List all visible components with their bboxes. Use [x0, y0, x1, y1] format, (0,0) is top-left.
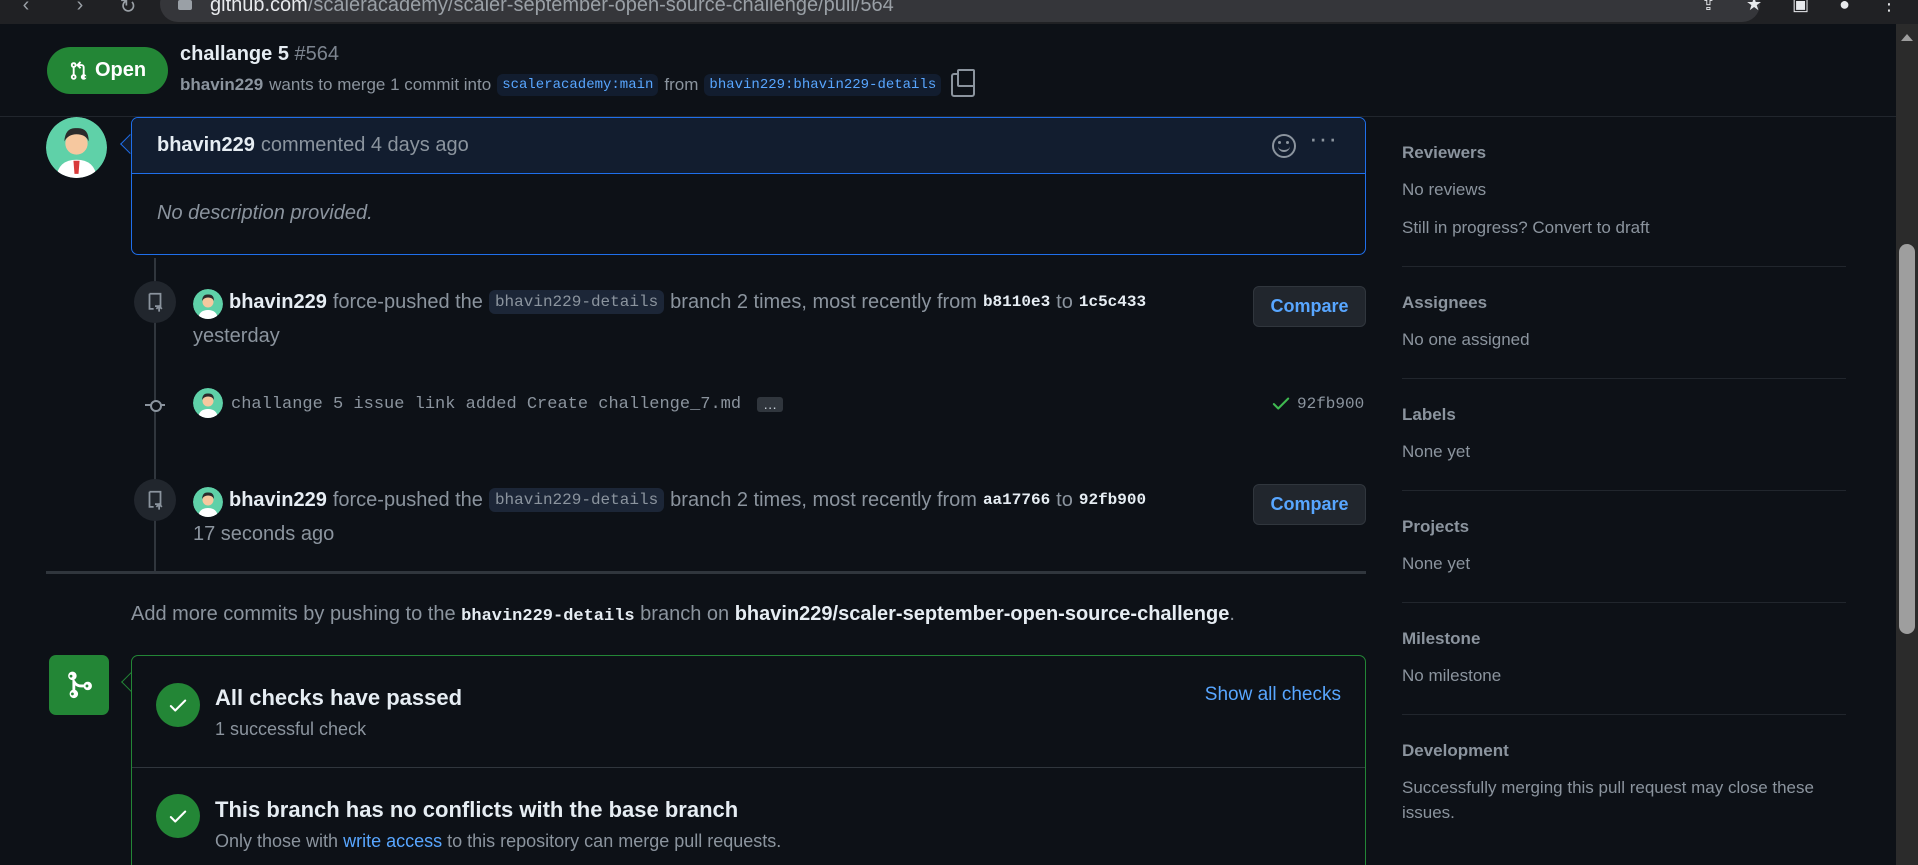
conflicts-subtitle: Only those with write access to this rep… — [215, 831, 782, 851]
sidebar-projects-value: None yet — [1402, 554, 1471, 573]
avatar[interactable] — [46, 117, 107, 178]
to-commit-link[interactable]: 1c5c433 — [1079, 293, 1146, 311]
conflicts-title: This branch has no conflicts with the ba… — [215, 797, 739, 822]
share-icon[interactable]: ⇪ — [1701, 0, 1716, 18]
pr-title: challange 5 #564 — [180, 43, 340, 65]
back-icon[interactable]: ‹ — [14, 0, 38, 18]
pull-request-icon — [70, 60, 87, 80]
sidebar-labels: Labels None yet — [1402, 379, 1846, 491]
show-all-checks-link[interactable]: Show all checks — [1205, 684, 1341, 706]
check-icon[interactable] — [1270, 392, 1292, 414]
convert-to-draft-link[interactable]: Still in progress? Convert to draft — [1402, 215, 1846, 240]
compare-button[interactable]: Compare — [1253, 484, 1366, 525]
expand-commit-button[interactable]: … — [757, 397, 784, 412]
sidebar-milestone: Milestone No milestone — [1402, 603, 1846, 715]
checks-passed-icon — [156, 683, 200, 727]
sidebar-reviewers-value: No reviews — [1402, 180, 1487, 199]
more-options-icon[interactable]: ··· — [1309, 125, 1338, 151]
comment-header: bhavin229 commented 4 days ago — [132, 118, 1365, 174]
sidebar-assignees-title[interactable]: Assignees — [1402, 293, 1846, 313]
reload-icon[interactable]: ↻ — [116, 0, 140, 18]
copy-icon[interactable] — [951, 69, 976, 97]
profile-icon[interactable]: ● — [1839, 0, 1850, 18]
pr-description-comment: bhavin229 commented 4 days ago ··· No de… — [131, 117, 1366, 255]
sidebar-milestone-title[interactable]: Milestone — [1402, 629, 1846, 649]
git-merge-icon — [49, 655, 109, 715]
event-author-link[interactable]: bhavin229 — [229, 291, 327, 314]
page-scrollbar[interactable] — [1896, 24, 1918, 865]
window-icon[interactable]: ▣ — [1792, 0, 1809, 18]
avatar[interactable] — [193, 388, 223, 418]
sidebar-development-title[interactable]: Development — [1402, 741, 1846, 761]
merge-status-box: All checks have passed 1 successful chec… — [131, 655, 1366, 865]
pr-sidebar: Reviewers No reviews Still in progress? … — [1402, 117, 1846, 851]
head-branch[interactable]: bhavin229:bhavin229-details — [704, 74, 942, 96]
sidebar-labels-title[interactable]: Labels — [1402, 405, 1846, 425]
force-push-icon — [134, 479, 176, 521]
to-commit-link[interactable]: 92fb900 — [1079, 491, 1146, 509]
sidebar-projects: Projects None yet — [1402, 491, 1846, 603]
browser-toolbar: ‹ › ↻ github.com/scaleracademy/scaler-se… — [0, 0, 1918, 24]
commit-sha-link[interactable]: 92fb900 — [1297, 395, 1364, 413]
forward-icon[interactable]: › — [68, 0, 92, 18]
no-conflicts-icon — [156, 794, 200, 838]
bookmark-star-icon[interactable]: ★ — [1746, 0, 1762, 18]
comment-body: No description provided. — [157, 202, 373, 224]
checks-title: All checks have passed — [215, 685, 463, 710]
scroll-up-arrow-icon[interactable] — [1901, 34, 1913, 41]
compare-button[interactable]: Compare — [1253, 286, 1366, 327]
event-branch[interactable]: bhavin229-details — [488, 488, 665, 512]
commit-message-link[interactable]: challange 5 issue link added Create chal… — [231, 395, 741, 414]
avatar[interactable] — [193, 289, 223, 319]
comment-timestamp[interactable]: commented 4 days ago — [261, 134, 469, 157]
sidebar-assignees-value: No one assigned — [1402, 330, 1530, 349]
commit-icon — [145, 395, 165, 415]
pr-state-label: Open — [94, 59, 147, 81]
base-branch[interactable]: scaleracademy:main — [497, 74, 659, 96]
pr-number: #564 — [294, 43, 340, 65]
pr-state-badge: Open — [47, 47, 168, 94]
sidebar-reviewers: Reviewers No reviews Still in progress? … — [1402, 117, 1846, 267]
from-commit-link[interactable]: b8110e3 — [983, 293, 1050, 311]
event-timestamp[interactable]: yesterday — [193, 325, 280, 348]
lock-icon — [178, 0, 192, 10]
hint-branch: bhavin229-details — [461, 607, 635, 626]
address-bar[interactable]: github.com/scaleracademy/scaler-septembe… — [160, 0, 1760, 22]
pr-merge-summary: bhavin229 wants to merge 1 commit into s… — [180, 69, 976, 97]
sidebar-development-value: Successfully merging this pull request m… — [1402, 778, 1814, 822]
event-author-link[interactable]: bhavin229 — [229, 489, 327, 512]
add-reaction-icon[interactable] — [1272, 134, 1296, 158]
hint-repo-link[interactable]: bhavin229/scaler-september-open-source-c… — [735, 603, 1230, 625]
force-push-event: bhavin229 force-pushed the bhavin229-det… — [229, 290, 1147, 314]
write-access-link[interactable]: write access — [343, 831, 442, 851]
event-timestamp[interactable]: 17 seconds ago — [193, 523, 334, 546]
pr-author-link[interactable]: bhavin229 — [180, 75, 263, 95]
force-push-event: bhavin229 force-pushed the bhavin229-det… — [229, 488, 1147, 512]
sidebar-reviewers-title[interactable]: Reviewers — [1402, 143, 1846, 163]
scrollbar-thumb[interactable] — [1899, 244, 1915, 634]
sidebar-projects-title[interactable]: Projects — [1402, 517, 1846, 537]
comment-author-link[interactable]: bhavin229 — [157, 134, 255, 157]
sidebar-assignees: Assignees No one assigned — [1402, 267, 1846, 379]
menu-kebab-icon[interactable]: ⋮ — [1880, 0, 1898, 18]
url-text: github.com/scaleracademy/scaler-septembe… — [210, 0, 894, 16]
timeline-end-divider — [46, 571, 1366, 574]
sidebar-milestone-value: No milestone — [1402, 666, 1502, 685]
force-push-icon — [134, 281, 176, 323]
commit-row: challange 5 issue link added Create chal… — [231, 395, 784, 414]
pr-sticky-header: Open challange 5 #564 bhavin229 wants to… — [0, 24, 1896, 117]
push-hint: Add more commits by pushing to the bhavi… — [131, 603, 1235, 626]
event-branch[interactable]: bhavin229-details — [488, 290, 665, 314]
avatar[interactable] — [193, 487, 223, 517]
checks-subtitle: 1 successful check — [215, 719, 367, 739]
sidebar-development: Development Successfully merging this pu… — [1402, 715, 1846, 851]
from-commit-link[interactable]: aa17766 — [983, 491, 1050, 509]
merge-box-divider — [132, 767, 1365, 768]
sidebar-labels-value: None yet — [1402, 442, 1471, 461]
